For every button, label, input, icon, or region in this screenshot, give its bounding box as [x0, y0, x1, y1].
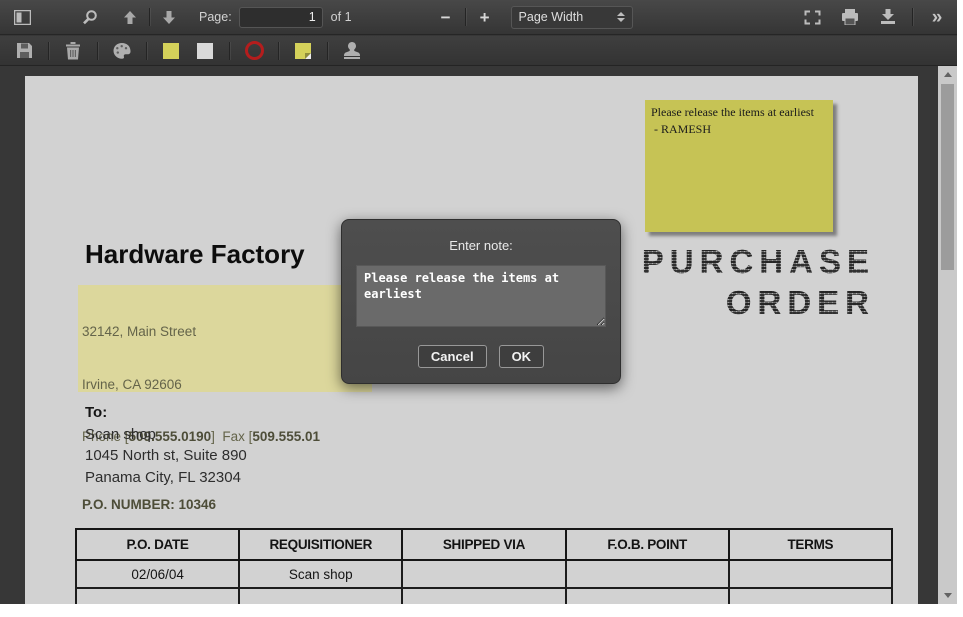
po-number: P.O. NUMBER: 10346	[82, 496, 320, 514]
page-label: Page:	[199, 10, 232, 24]
double-chevron-icon: »	[932, 8, 943, 27]
zoom-in-button[interactable]: +	[471, 4, 499, 30]
page-number-input[interactable]	[239, 7, 323, 28]
toolbar-divider	[229, 42, 230, 60]
triangle-up-icon	[944, 72, 952, 77]
cell-shipped-via	[402, 560, 565, 588]
pdf-annotation-app: Page: of 1 − + Page Width	[0, 0, 957, 604]
plus-icon: +	[480, 9, 490, 26]
zoom-out-button[interactable]: −	[432, 4, 460, 30]
circle-tool-button[interactable]	[240, 38, 268, 64]
toolbar-divider	[465, 8, 466, 26]
toolbar-divider	[97, 42, 98, 60]
toolbar-divider	[278, 42, 279, 60]
save-icon	[16, 42, 33, 59]
download-button[interactable]	[874, 4, 902, 30]
search-icon	[82, 9, 98, 25]
stamp-icon	[343, 42, 361, 59]
dialog-buttons: Cancel OK	[356, 345, 606, 368]
palette-icon	[113, 43, 131, 59]
toolbar-divider	[48, 42, 49, 60]
col-po-date: P.O. DATE	[76, 529, 239, 560]
sticky-note-line2: - RAMESH	[651, 121, 827, 138]
stamp-tool-button[interactable]	[338, 38, 366, 64]
scroll-down-button[interactable]	[938, 587, 957, 604]
cancel-button[interactable]: Cancel	[418, 345, 487, 368]
note-textarea[interactable]: Please release the items at earliest	[356, 265, 606, 327]
red-circle-icon	[245, 41, 264, 60]
dialog-title: Enter note:	[356, 238, 606, 253]
page-count-label: of 1	[331, 10, 352, 24]
address-line1: 32142, Main Street	[82, 323, 320, 341]
toolbar-overflow-button[interactable]: »	[923, 4, 951, 30]
col-requisitioner: REQUISITIONER	[239, 529, 402, 560]
zoom-mode-value: Page Width	[519, 10, 584, 24]
sticky-note-line1: Please release the items at earliest	[651, 104, 827, 121]
download-icon	[880, 9, 896, 25]
cell-terms	[729, 560, 892, 588]
yellow-square-icon	[163, 43, 179, 59]
search-button[interactable]	[76, 4, 104, 30]
enter-note-dialog: Enter note: Please release the items at …	[341, 219, 621, 384]
minus-icon: −	[441, 9, 451, 26]
select-spinner-icon	[617, 12, 625, 22]
to-address2: Panama City, FL 32304	[85, 467, 247, 489]
table-row	[76, 588, 892, 604]
sidebar-toggle-button[interactable]	[8, 4, 36, 30]
main-toolbar: Page: of 1 − + Page Width	[0, 0, 957, 35]
toolbar-divider	[912, 8, 913, 26]
vertical-scrollbar[interactable]	[938, 66, 957, 604]
sticky-note-icon	[295, 43, 311, 59]
col-shipped-via: SHIPPED VIA	[402, 529, 565, 560]
presentation-mode-button[interactable]	[798, 4, 826, 30]
toolbar-divider	[146, 42, 147, 60]
recipient-block: To: Scan shop 1045 North st, Suite 890 P…	[85, 402, 247, 488]
delete-annotation-button[interactable]	[59, 38, 87, 64]
fax-number: 509.555.01	[252, 429, 320, 444]
ok-button[interactable]: OK	[499, 345, 545, 368]
triangle-down-icon	[944, 593, 952, 598]
scroll-up-button[interactable]	[938, 66, 957, 83]
company-name: Hardware Factory	[85, 239, 305, 270]
toolbar-divider	[149, 8, 150, 26]
cell-fob-point	[566, 560, 729, 588]
sticky-note-annotation[interactable]: Please release the items at earliest - R…	[645, 100, 833, 232]
scrollbar-thumb[interactable]	[941, 84, 954, 270]
address-line2: Irvine, CA 92606	[82, 376, 320, 394]
print-icon	[841, 9, 859, 25]
toolbar-divider	[327, 42, 328, 60]
po-table: P.O. DATE REQUISITIONER SHIPPED VIA F.O.…	[75, 528, 893, 604]
to-label: To:	[85, 402, 247, 424]
toolbar-right-group: »	[798, 4, 951, 30]
col-terms: TERMS	[729, 529, 892, 560]
to-name: Scan shop	[85, 424, 247, 446]
cell-requisitioner: Scan shop	[239, 560, 402, 588]
print-button[interactable]	[836, 4, 864, 30]
arrow-up-icon	[123, 10, 137, 25]
arrow-down-icon	[162, 10, 176, 25]
fullscreen-icon	[804, 10, 821, 25]
highlight-tool-button[interactable]	[157, 38, 185, 64]
next-page-button[interactable]	[155, 4, 183, 30]
annotation-toolbar	[0, 36, 957, 66]
to-address1: 1045 North st, Suite 890	[85, 445, 247, 467]
trash-icon	[65, 42, 81, 60]
save-annotations-button[interactable]	[10, 38, 38, 64]
previous-page-button[interactable]	[116, 4, 144, 30]
cell-po-date: 02/06/04	[76, 560, 239, 588]
sidebar-toggle-icon	[14, 10, 31, 25]
color-picker-button[interactable]	[108, 38, 136, 64]
gray-square-icon	[197, 43, 213, 59]
po-table-header-row: P.O. DATE REQUISITIONER SHIPPED VIA F.O.…	[76, 529, 892, 560]
sticky-note-tool-button[interactable]	[289, 38, 317, 64]
col-fob-point: F.O.B. POINT	[566, 529, 729, 560]
table-row: 02/06/04 Scan shop	[76, 560, 892, 588]
rectangle-tool-button[interactable]	[191, 38, 219, 64]
zoom-mode-select[interactable]: Page Width	[511, 6, 633, 29]
